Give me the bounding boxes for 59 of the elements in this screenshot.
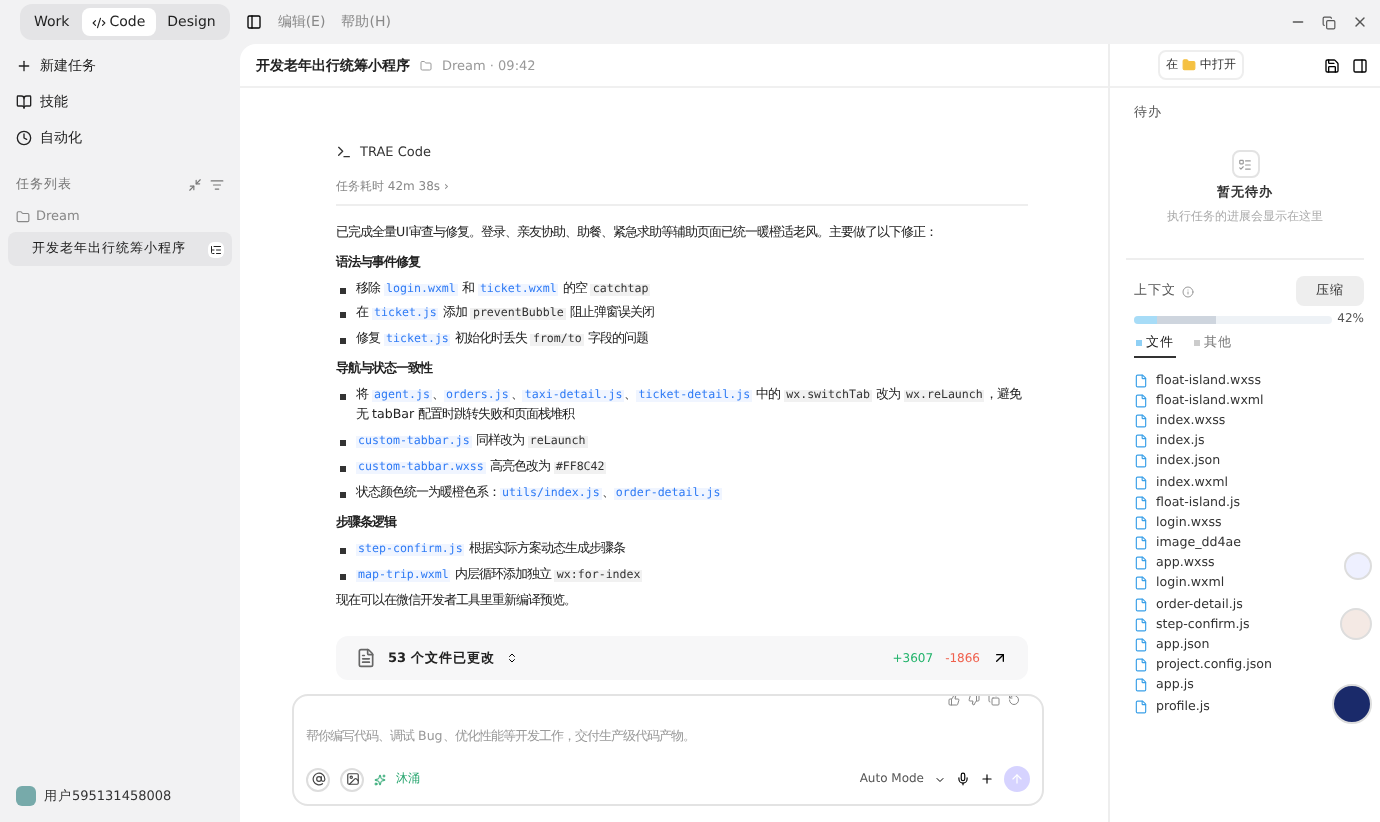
code-icon (91, 15, 106, 29)
arrow-up-icon (1010, 772, 1024, 786)
file-icon (1134, 536, 1148, 551)
info-icon (1182, 285, 1194, 297)
bullet-icon (340, 287, 346, 293)
file-icon (1134, 658, 1148, 673)
file-icon (1134, 638, 1148, 653)
at-sign-icon (311, 772, 325, 786)
file-icon (1134, 413, 1148, 428)
agent-logo-icon (336, 144, 352, 160)
book-icon (16, 94, 32, 110)
list-icon[interactable] (208, 241, 224, 257)
file-icon (1134, 617, 1148, 632)
sparkle-icon (374, 773, 386, 785)
clock-icon (16, 130, 32, 146)
mention-button[interactable] (306, 767, 330, 791)
file-icon (1134, 475, 1148, 490)
bullet-icon (340, 338, 346, 345)
folder-icon (16, 209, 30, 223)
collapse-icon[interactable] (188, 178, 202, 192)
panel-toggle-icon[interactable] (1352, 57, 1368, 73)
bullet-icon (340, 312, 346, 319)
restore-icon[interactable] (1322, 15, 1336, 29)
file-icon (1134, 678, 1148, 693)
bullet-icon (340, 465, 346, 472)
file-icon (1134, 495, 1148, 510)
document-icon (356, 648, 376, 669)
bullet-icon (340, 394, 346, 401)
chevron-down-icon[interactable] (934, 773, 946, 785)
file-icon (1134, 556, 1148, 571)
open-icon[interactable] (992, 650, 1008, 667)
add-icon[interactable] (980, 772, 994, 786)
image-icon (345, 772, 359, 786)
avatar-icon (16, 786, 36, 806)
bullet-icon (340, 573, 346, 580)
file-icon (1134, 576, 1148, 591)
file-icon (1134, 699, 1148, 714)
file-icon (1134, 515, 1148, 530)
filter-icon[interactable] (210, 178, 224, 192)
save-icon[interactable] (1324, 57, 1340, 73)
image-button[interactable] (340, 767, 364, 791)
file-icon (1134, 373, 1148, 388)
bullet-icon (340, 439, 346, 446)
microphone-icon[interactable] (956, 772, 970, 786)
retry-icon[interactable] (1008, 694, 1020, 707)
file-icon (1134, 454, 1148, 469)
bullet-icon (340, 547, 346, 554)
file-icon (1134, 434, 1148, 449)
sidebar-toggle-icon[interactable] (245, 14, 262, 30)
plus-icon (16, 58, 32, 74)
folder-icon (420, 59, 432, 71)
close-icon[interactable] (1352, 14, 1368, 30)
bullet-icon (340, 491, 346, 498)
folder-icon (1182, 58, 1196, 72)
thumbs-down-icon[interactable] (968, 694, 980, 707)
file-icon (1134, 393, 1148, 408)
thumbs-up-icon[interactable] (948, 694, 960, 707)
list-icon (1238, 157, 1252, 171)
file-icon (1134, 597, 1148, 612)
